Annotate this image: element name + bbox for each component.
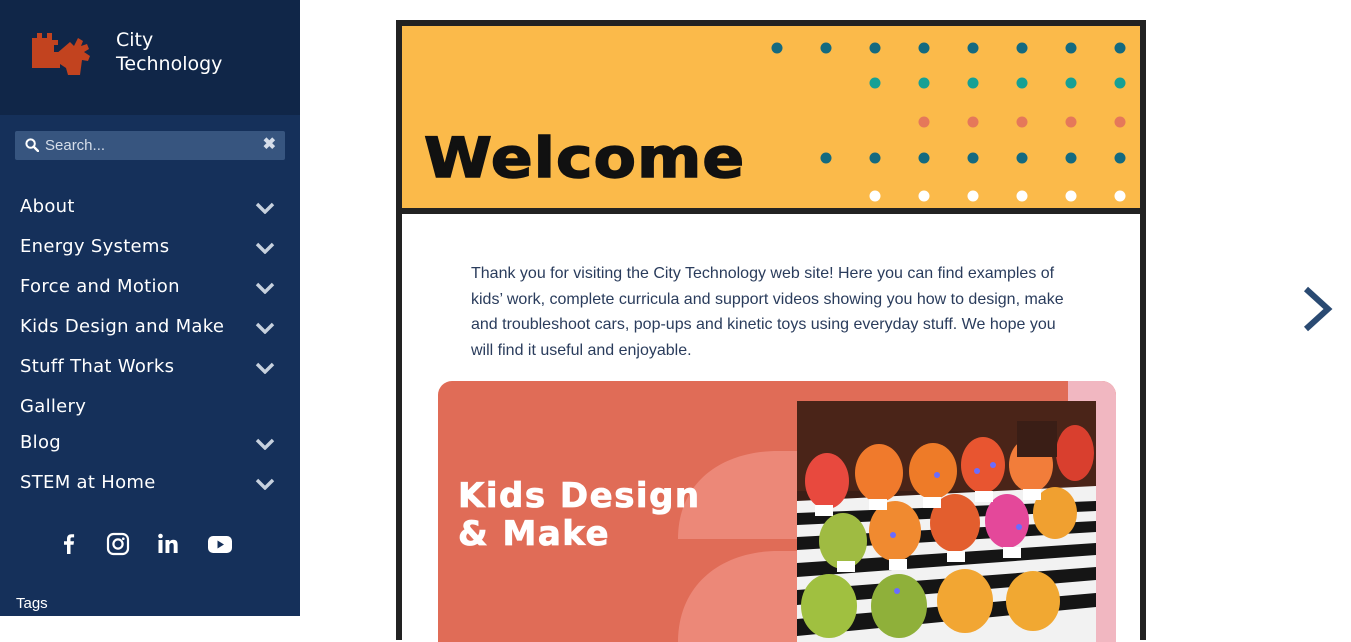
nav-item-about[interactable]: About bbox=[0, 192, 300, 224]
decorative-dot bbox=[967, 77, 979, 89]
decorative-dot bbox=[869, 152, 881, 164]
logo-icon bbox=[32, 33, 90, 75]
welcome-card: Welcome Thank you for visiting the City … bbox=[396, 20, 1146, 642]
brand-line-1: City bbox=[116, 29, 154, 51]
chevron-down-icon[interactable] bbox=[255, 202, 275, 214]
chevron-down-icon[interactable] bbox=[255, 478, 275, 490]
decorative-dot bbox=[967, 190, 979, 202]
feature-title-line-1: Kids Design bbox=[458, 476, 701, 516]
nav-item-label: Gallery bbox=[20, 396, 87, 417]
decorative-dot bbox=[771, 42, 783, 54]
decorative-dot bbox=[1065, 152, 1077, 164]
nav-item-label: STEM at Home bbox=[20, 472, 156, 493]
feature-title-line-2: & Make bbox=[458, 514, 611, 554]
brand-name: City Technology bbox=[116, 28, 222, 76]
decorative-dot bbox=[967, 116, 979, 128]
nav-item-label: Stuff That Works bbox=[20, 356, 175, 377]
linkedin-icon[interactable] bbox=[154, 530, 182, 558]
kids-masks-photo bbox=[797, 401, 1096, 642]
search-icon bbox=[25, 138, 39, 152]
decorative-dot bbox=[1114, 152, 1126, 164]
brand-header[interactable]: City Technology bbox=[0, 0, 300, 115]
chevron-down-icon[interactable] bbox=[255, 282, 275, 294]
search-box: ✖ bbox=[15, 131, 285, 160]
decorative-dot bbox=[869, 77, 881, 89]
decorative-dot bbox=[869, 42, 881, 54]
social-links bbox=[55, 530, 245, 558]
decorative-dot bbox=[918, 77, 930, 89]
nav-item-label: Force and Motion bbox=[20, 276, 180, 297]
facebook-icon[interactable] bbox=[55, 530, 83, 558]
nav-item-stem-at-home[interactable]: STEM at Home bbox=[0, 468, 300, 500]
decorative-dot bbox=[918, 152, 930, 164]
tags-heading: Tags bbox=[16, 595, 48, 612]
chevron-down-icon[interactable] bbox=[255, 242, 275, 254]
decorative-dot bbox=[1065, 116, 1077, 128]
decorative-dot bbox=[1016, 190, 1028, 202]
decorative-dot bbox=[918, 190, 930, 202]
welcome-banner: Welcome bbox=[402, 26, 1140, 214]
decorative-dot bbox=[820, 152, 832, 164]
decorative-dot bbox=[869, 190, 881, 202]
search-input[interactable] bbox=[45, 131, 255, 160]
chevron-down-icon[interactable] bbox=[255, 322, 275, 334]
decorative-dot bbox=[1065, 77, 1077, 89]
sidebar: City Technology ✖ About Energy Systems For… bbox=[0, 0, 300, 616]
feature-title: Kids Design & Make bbox=[458, 476, 701, 554]
brand-line-2: Technology bbox=[116, 53, 223, 75]
nav-item-label: Kids Design and Make bbox=[20, 316, 225, 337]
decorative-dot bbox=[1114, 42, 1126, 54]
youtube-icon[interactable] bbox=[206, 530, 234, 558]
nav-item-energy-systems[interactable]: Energy Systems bbox=[0, 232, 300, 264]
decorative-dot bbox=[967, 152, 979, 164]
nav-item-kids-design-and-make[interactable]: Kids Design and Make bbox=[0, 312, 300, 344]
banner-title: Welcome bbox=[423, 125, 746, 191]
decorative-dot bbox=[918, 116, 930, 128]
decorative-dot bbox=[1065, 190, 1077, 202]
decorative-dot bbox=[918, 42, 930, 54]
nav-item-stuff-that-works[interactable]: Stuff That Works bbox=[0, 352, 300, 384]
instagram-icon[interactable] bbox=[104, 530, 132, 558]
decorative-dot bbox=[1114, 116, 1126, 128]
kids-design-feature[interactable]: Kids Design & Make bbox=[438, 381, 1116, 642]
decorative-dot bbox=[1065, 42, 1077, 54]
chevron-down-icon[interactable] bbox=[255, 438, 275, 450]
intro-text: Thank you for visiting the City Technolo… bbox=[471, 265, 1064, 359]
decorative-dot bbox=[1016, 42, 1028, 54]
nav-item-label: Energy Systems bbox=[20, 236, 170, 257]
next-slide-arrow-icon[interactable] bbox=[1298, 285, 1338, 333]
nav-item-force-and-motion[interactable]: Force and Motion bbox=[0, 272, 300, 304]
nav-item-gallery[interactable]: Gallery bbox=[0, 392, 300, 424]
decorative-dot bbox=[820, 42, 832, 54]
nav-item-label: About bbox=[20, 196, 75, 217]
decorative-dot bbox=[1016, 77, 1028, 89]
decorative-dot bbox=[1016, 116, 1028, 128]
chevron-down-icon[interactable] bbox=[255, 362, 275, 374]
nav-item-label: Blog bbox=[20, 432, 61, 453]
decorative-dot bbox=[967, 42, 979, 54]
decorative-dot bbox=[1114, 190, 1126, 202]
decorative-dot bbox=[1016, 152, 1028, 164]
clear-search-icon[interactable]: ✖ bbox=[263, 136, 276, 154]
decorative-dot bbox=[1114, 77, 1126, 89]
nav-item-blog[interactable]: Blog bbox=[0, 428, 300, 460]
